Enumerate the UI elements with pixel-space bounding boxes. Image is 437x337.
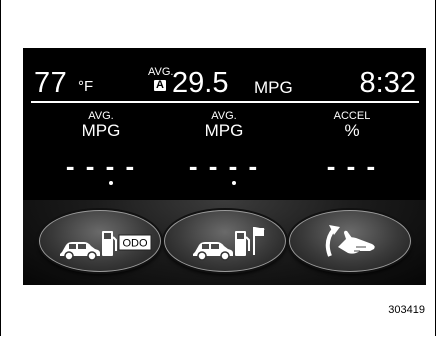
temperature-unit: °F: [78, 78, 94, 95]
trip-a-badge: A: [154, 80, 166, 91]
outside-temperature: 77: [34, 67, 68, 99]
decimal-point: [109, 181, 113, 185]
fuel-economy-display: 77 °F AVG. A 29.5 MPG 8:32 AVG. MPG AVG.…: [23, 48, 426, 285]
odo-label: ODO: [122, 238, 148, 250]
odometer-mpg-button[interactable]: ODO: [39, 210, 161, 272]
clock: 8:32: [359, 67, 416, 99]
column-value: - - - -: [65, 151, 137, 181]
hand-accelerate-icon: [325, 225, 375, 257]
column-label-bottom: MPG: [81, 121, 121, 140]
column-accel: ACCEL %: [307, 110, 397, 139]
column-value: - - -: [326, 151, 378, 181]
car-fuel-odo-icon: ODO: [60, 231, 152, 261]
car-fuel-flag-icon: [193, 227, 265, 261]
status-bar: 77 °F AVG. A 29.5 MPG 8:32: [23, 48, 426, 103]
average-label: AVG.: [148, 66, 174, 78]
acceleration-button[interactable]: [289, 210, 411, 272]
mpg-unit: MPG: [254, 78, 293, 97]
column-value: - - - -: [188, 151, 260, 181]
column-avg-mpg-refuel: AVG. MPG: [179, 110, 269, 139]
header-divider: [31, 101, 419, 103]
column-label-bottom: MPG: [204, 121, 244, 140]
refuel-mpg-button[interactable]: [164, 210, 286, 272]
column-avg-mpg-odo: AVG. MPG: [56, 110, 146, 139]
figure-number: 303419: [388, 304, 425, 316]
average-mpg-value: 29.5: [172, 67, 229, 99]
decimal-point: [232, 181, 236, 185]
column-label-bottom: %: [344, 121, 360, 140]
